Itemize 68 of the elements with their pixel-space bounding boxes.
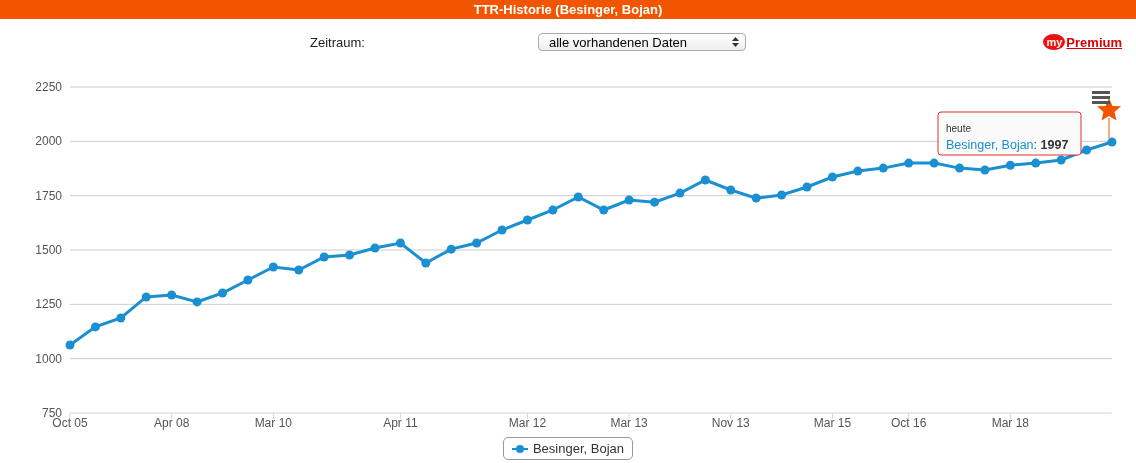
premium-logo[interactable]: my Premium <box>1043 34 1122 50</box>
legend-line-icon <box>511 443 528 454</box>
point <box>929 158 939 168</box>
x-tick-label: Apr 11 <box>383 416 418 430</box>
point <box>726 185 736 195</box>
y-tick-label: 1000 <box>35 351 62 366</box>
point <box>217 288 227 298</box>
point <box>243 275 253 285</box>
point <box>141 292 151 302</box>
legend-item[interactable]: Besinger, Bojan <box>502 437 634 460</box>
point <box>1005 160 1015 170</box>
x-tick-label: Nov 13 <box>711 416 750 430</box>
y-tick-label: 2000 <box>35 134 62 149</box>
x-tick-label: Mar 10 <box>254 416 292 430</box>
x-tick-label: Mar 15 <box>813 416 852 430</box>
point <box>522 215 532 225</box>
point <box>90 322 100 332</box>
point <box>955 163 965 173</box>
point <box>167 290 177 300</box>
x-tick-label: Mar 18 <box>991 416 1029 430</box>
point <box>650 197 660 207</box>
point <box>65 340 75 350</box>
x-tick-label: Mar 12 <box>508 416 547 430</box>
x-tick-label: Oct 16 <box>891 416 927 430</box>
window-title: TTR-Historie (Besinger, Bojan) <box>0 0 1136 19</box>
tooltip-value: Besinger, Bojan: 1997 <box>946 138 1069 152</box>
star-marker-icon <box>1097 98 1121 139</box>
point <box>1082 145 1092 155</box>
x-tick-label: Mar 13 <box>610 416 648 430</box>
point <box>472 238 482 248</box>
point <box>700 175 710 185</box>
point <box>980 165 990 175</box>
point <box>345 250 355 260</box>
x-tick-label: Apr 08 <box>154 416 190 430</box>
updown-icon <box>732 37 739 47</box>
point <box>599 205 609 215</box>
point <box>1031 158 1041 168</box>
point <box>268 262 278 272</box>
point <box>192 297 202 307</box>
period-select[interactable]: alle vorhandenen Daten <box>538 33 746 51</box>
y-tick-label: 1250 <box>35 297 62 312</box>
y-tick-label: 1500 <box>35 243 62 257</box>
point <box>802 182 812 192</box>
point <box>497 225 507 235</box>
point <box>319 252 329 262</box>
point <box>421 258 431 268</box>
menu-icon[interactable] <box>1092 91 1110 104</box>
point <box>624 195 634 205</box>
point <box>446 244 456 254</box>
point <box>548 205 558 215</box>
point <box>395 238 405 248</box>
y-tick-label: 2250 <box>35 80 62 94</box>
point <box>1056 155 1066 165</box>
period-label: Zeitraum: <box>310 34 366 50</box>
point <box>827 172 837 182</box>
point <box>294 265 304 275</box>
point <box>370 243 380 253</box>
point <box>675 188 685 198</box>
point <box>573 192 583 202</box>
point <box>116 313 126 323</box>
point <box>751 193 761 203</box>
point <box>904 158 914 168</box>
point <box>853 166 863 176</box>
point <box>878 163 888 173</box>
y-tick-label: 1750 <box>35 188 62 203</box>
point <box>777 190 787 200</box>
point <box>1107 137 1117 147</box>
tooltip-date: heute <box>946 123 972 134</box>
